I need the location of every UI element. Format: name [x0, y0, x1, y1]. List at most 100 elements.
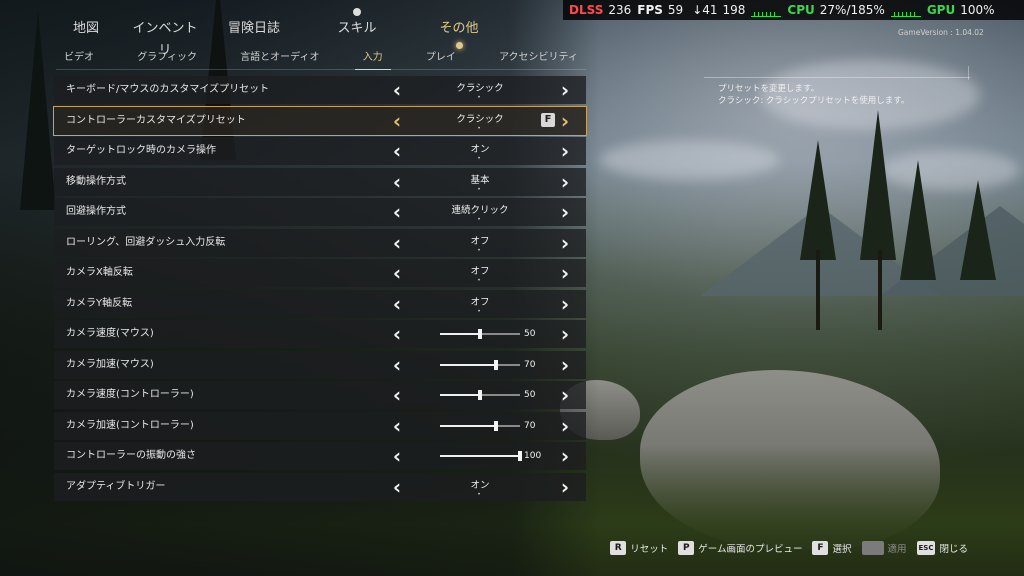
- subtab-video[interactable]: ビデオ: [56, 50, 102, 66]
- frame-graph-icon: [751, 4, 782, 17]
- subtab-input[interactable]: 入力: [354, 50, 391, 70]
- subtab-language-audio[interactable]: 言語とオーディオ: [232, 50, 327, 66]
- setting-row[interactable]: アダプティブトリガー ‹ オン • ›: [54, 472, 586, 501]
- setting-value: オフ: [470, 266, 490, 277]
- f-key-icon: F: [812, 541, 829, 555]
- chevron-left-icon[interactable]: ‹: [388, 385, 406, 405]
- chevron-left-icon[interactable]: ‹: [388, 202, 406, 222]
- setting-label: ターゲットロック時のカメラ操作: [66, 145, 216, 156]
- chevron-right-icon[interactable]: ›: [556, 141, 574, 161]
- option-indicator-icon: •: [477, 155, 483, 162]
- subtab-play[interactable]: プレイ: [418, 50, 464, 66]
- setting-row[interactable]: カメラX軸反転 ‹ オフ • ›: [54, 259, 586, 287]
- chevron-left-icon[interactable]: ‹: [388, 111, 406, 131]
- chevron-right-icon[interactable]: ›: [556, 172, 574, 192]
- fps-low-value: ↓41: [692, 3, 718, 17]
- chevron-left-icon[interactable]: ‹: [388, 263, 406, 283]
- slider-track[interactable]: [440, 420, 520, 431]
- chevron-left-icon[interactable]: ‹: [388, 324, 406, 344]
- skill-notification-icon: [353, 8, 361, 16]
- apply-label: 適用: [887, 544, 907, 555]
- chevron-right-icon[interactable]: ›: [556, 80, 574, 100]
- apply-button[interactable]: 適用: [861, 541, 907, 555]
- tab-other[interactable]: その他: [420, 18, 498, 49]
- chevron-left-icon[interactable]: ‹: [388, 446, 406, 466]
- frame-value: 198: [722, 3, 746, 17]
- chevron-left-icon[interactable]: ‹: [388, 355, 406, 375]
- chevron-left-icon[interactable]: ‹: [388, 141, 406, 161]
- option-indicator-icon: •: [477, 124, 483, 132]
- reset-label: リセット: [630, 544, 669, 555]
- option-indicator-icon: •: [477, 216, 483, 223]
- chevron-right-icon[interactable]: ›: [556, 416, 574, 436]
- fps-value: 59: [667, 3, 684, 17]
- setting-row[interactable]: ローリング、回避ダッシュ入力反転 ‹ オフ • ›: [54, 228, 586, 257]
- chevron-left-icon[interactable]: ‹: [388, 294, 406, 314]
- slider-handle[interactable]: [478, 329, 482, 339]
- setting-value: オン: [470, 479, 490, 491]
- reset-button[interactable]: R リセット: [610, 541, 668, 555]
- subtab-graphics[interactable]: グラフィック: [129, 50, 205, 66]
- chevron-right-icon[interactable]: ›: [556, 385, 574, 405]
- chevron-right-icon[interactable]: ›: [556, 477, 574, 497]
- subtab-divider: [56, 69, 586, 70]
- chevron-left-icon[interactable]: ‹: [388, 416, 406, 436]
- chevron-left-icon[interactable]: ‹: [388, 233, 406, 253]
- chevron-right-icon[interactable]: ›: [556, 355, 574, 375]
- slider-handle[interactable]: [494, 420, 498, 431]
- setting-row[interactable]: カメラ加速(コントローラー) ‹ 70 ›: [54, 411, 586, 440]
- setting-label: カメラ速度(マウス): [66, 328, 154, 339]
- dlss-label: DLSS: [569, 3, 604, 17]
- chevron-right-icon[interactable]: ›: [556, 233, 574, 253]
- setting-row[interactable]: キーボード/マウスのカスタマイズプリセット ‹ クラシック • ›: [54, 76, 586, 104]
- setting-row[interactable]: コントローラーカスタマイズプリセット ‹ クラシック • F ›: [53, 105, 587, 136]
- setting-value: オン: [470, 144, 490, 155]
- setting-row[interactable]: コントローラーの振動の強さ ‹ 100 ›: [54, 442, 586, 470]
- slider-fill: [440, 394, 480, 396]
- select-button[interactable]: F 選択: [812, 541, 852, 555]
- slider-value: 100: [524, 451, 542, 461]
- setting-row[interactable]: カメラ速度(マウス) ‹ 50 ›: [54, 320, 586, 348]
- tab-skill[interactable]: スキル: [314, 8, 400, 40]
- chevron-right-icon[interactable]: ›: [556, 263, 574, 283]
- setting-label: アダプティブトリガー: [66, 480, 166, 492]
- slider-handle[interactable]: [478, 390, 482, 400]
- chevron-right-icon[interactable]: ›: [556, 294, 574, 314]
- option-indicator-icon: •: [477, 277, 483, 284]
- setting-row[interactable]: カメラY軸反転 ‹ オフ • ›: [54, 289, 586, 318]
- slider-track[interactable]: [440, 359, 520, 370]
- tab-inventory[interactable]: インベントリ: [116, 18, 214, 58]
- tab-journal[interactable]: 冒険日誌: [214, 18, 294, 40]
- slider-track[interactable]: [440, 390, 520, 400]
- setting-label: 移動操作方式: [66, 175, 126, 187]
- gpu-value: 100%: [960, 3, 995, 17]
- setting-label: キーボード/マウスのカスタマイズプリセット: [66, 84, 270, 95]
- chevron-right-icon[interactable]: ›: [556, 446, 574, 466]
- slider-fill: [440, 455, 520, 457]
- slider-track[interactable]: [440, 329, 520, 339]
- setting-value: オフ: [470, 235, 490, 247]
- preview-button[interactable]: P ゲーム画面のプレビュー: [678, 541, 802, 555]
- game-version: GameVersion : 1.04.02: [898, 28, 984, 37]
- slider-handle[interactable]: [494, 359, 498, 370]
- slider-value: 70: [524, 420, 536, 431]
- setting-label: ローリング、回避ダッシュ入力反転: [66, 236, 226, 248]
- slider-fill: [440, 333, 480, 335]
- chevron-right-icon[interactable]: ›: [556, 111, 574, 131]
- tab-map[interactable]: 地図: [56, 18, 116, 40]
- chevron-left-icon[interactable]: ‹: [388, 80, 406, 100]
- setting-row[interactable]: 回避操作方式 ‹ 連続クリック • ›: [54, 198, 586, 226]
- slider-handle[interactable]: [518, 451, 522, 461]
- setting-row[interactable]: カメラ加速(マウス) ‹ 70 ›: [54, 350, 586, 379]
- setting-row[interactable]: カメラ速度(コントローラー) ‹ 50 ›: [54, 381, 586, 409]
- close-button[interactable]: ESC 閉じる: [916, 541, 968, 555]
- chevron-right-icon[interactable]: ›: [556, 202, 574, 222]
- setting-row[interactable]: 移動操作方式 ‹ 基本 • ›: [54, 167, 586, 196]
- subtab-accessibility[interactable]: アクセシビリティ: [491, 50, 586, 66]
- chevron-left-icon[interactable]: ‹: [388, 477, 406, 497]
- cpu-graph-icon: [890, 4, 921, 17]
- chevron-left-icon[interactable]: ‹: [388, 172, 406, 192]
- slider-track[interactable]: [440, 451, 522, 461]
- setting-row[interactable]: ターゲットロック時のカメラ操作 ‹ オン • ›: [54, 137, 586, 165]
- chevron-right-icon[interactable]: ›: [556, 324, 574, 344]
